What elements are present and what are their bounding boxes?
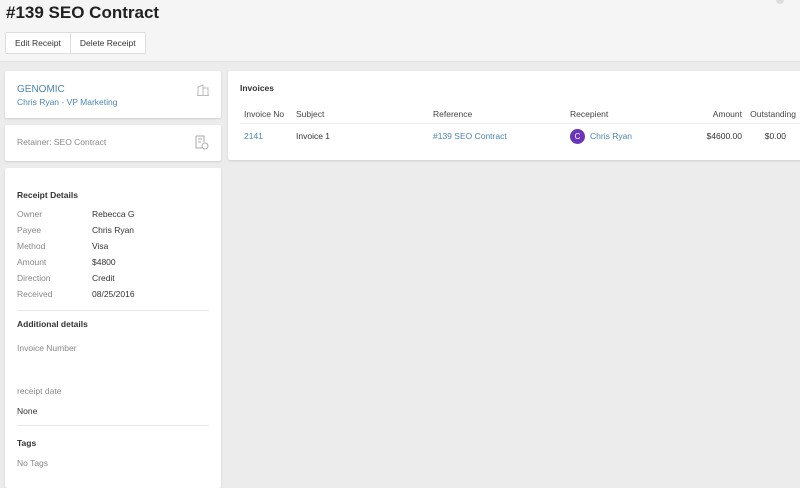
col-recipient[interactable]: Recepient — [566, 105, 671, 124]
field-label: Amount — [17, 257, 47, 267]
invoice-amount: $4600.00 — [706, 131, 742, 142]
col-amount[interactable]: Amount — [671, 105, 746, 124]
col-outstanding[interactable]: Outstanding — [746, 105, 800, 124]
user-avatar-icon[interactable] — [776, 0, 784, 4]
field-value: Credit — [92, 273, 115, 283]
invoice-reference-link[interactable]: #139 SEO Contract — [429, 123, 566, 149]
field-value: $4800 — [92, 257, 116, 267]
field-label: Method — [17, 241, 46, 251]
invoices-card: Invoices Invoice No Subject Reference Re… — [228, 71, 800, 160]
detail-row-amount: Amount $4800 — [17, 254, 209, 270]
divider — [17, 310, 209, 311]
edit-receipt-button[interactable]: Edit Receipt — [6, 33, 70, 53]
field-label: Received — [17, 289, 53, 299]
document-refresh-icon — [195, 135, 209, 150]
detail-row-method: Method Visa — [17, 238, 209, 254]
invoices-heading: Invoices — [240, 83, 275, 93]
field-value: 08/25/2016 — [92, 289, 135, 299]
divider — [17, 425, 209, 426]
receipt-date-value: None — [17, 406, 38, 416]
invoices-table: Invoice No Subject Reference Recepient A… — [240, 105, 800, 149]
detail-row-received: Received 08/25/2016 — [17, 286, 209, 302]
invoice-no-link[interactable]: 2141 — [240, 123, 292, 149]
field-label: Owner — [17, 209, 43, 219]
recipient-link[interactable]: Chris Ryan — [590, 131, 632, 141]
receipt-details-card: Receipt Details Owner Rebecca G Payee Chri… — [5, 168, 221, 488]
field-label: Payee — [17, 225, 42, 235]
invoice-recipient: C Chris Ryan — [566, 123, 671, 149]
company-name-link[interactable]: GENOMIC — [17, 84, 65, 95]
delete-receipt-button[interactable]: Delete Receipt — [69, 33, 145, 53]
field-value: Chris Ryan — [92, 225, 135, 235]
invoice-subject: Invoice 1 — [296, 131, 331, 142]
invoice-number-label: Invoice Number — [17, 343, 77, 353]
field-value: Visa — [92, 241, 109, 251]
col-invoice-no[interactable]: Invoice No — [240, 105, 292, 124]
tags-heading: Tags — [17, 438, 37, 448]
avatar: C — [570, 128, 585, 144]
field-value: Rebecca G — [92, 209, 135, 219]
company-card: GENOMIC Chris Ryan - VP Marketing — [5, 71, 221, 118]
receipt-details-list: Owner Rebecca G Payee Chris Ryan Method Vis… — [17, 206, 209, 302]
retainer-card: Retainer: SEO Contract — [5, 125, 221, 161]
building-icon — [197, 84, 209, 96]
detail-row-direction: Direction Credit — [17, 270, 209, 286]
table-row: 2141 Invoice 1 #139 SEO Contract C Chris … — [240, 123, 800, 149]
page-title: #139 SEO Contract — [6, 3, 160, 22]
page-header: #139 SEO Contract Edit Receipt Delete Re… — [0, 0, 800, 62]
col-reference[interactable]: Reference — [429, 105, 566, 124]
detail-row-payee: Payee Chris Ryan — [17, 222, 209, 238]
retainer-label[interactable]: Retainer: SEO Contract — [17, 137, 106, 147]
receipt-details-heading: Receipt Details — [17, 190, 78, 200]
receipt-date-label: receipt date — [17, 386, 62, 396]
field-label: Direction — [17, 273, 51, 283]
additional-details-heading: Additional details — [17, 319, 88, 329]
contact-link[interactable]: Chris Ryan - VP Marketing — [17, 97, 117, 107]
toolbar: Edit Receipt Delete Receipt — [5, 32, 146, 54]
tags-value: No Tags — [17, 458, 49, 468]
detail-row-owner: Owner Rebecca G — [17, 206, 209, 222]
invoice-outstanding: $0.00 — [764, 131, 786, 142]
col-subject[interactable]: Subject — [292, 105, 429, 124]
table-header-row: Invoice No Subject Reference Recepient A… — [240, 105, 800, 124]
